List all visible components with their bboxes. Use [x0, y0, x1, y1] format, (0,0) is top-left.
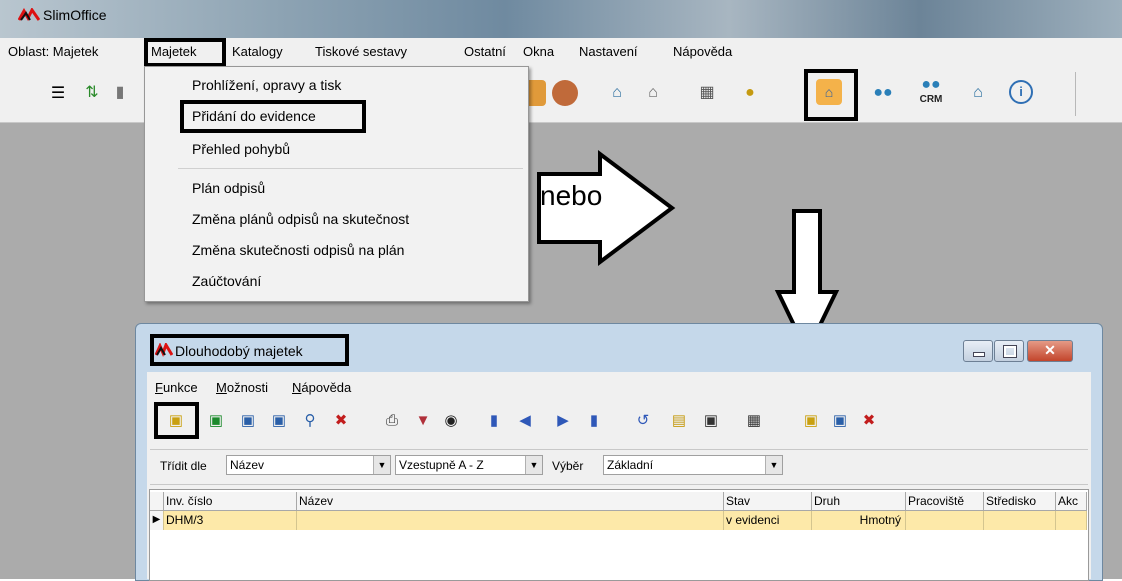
house-money-icon[interactable]: ⌂: [640, 80, 666, 106]
next-icon[interactable]: ▶: [552, 410, 574, 432]
highlight-car-property: [804, 69, 858, 121]
print-icon[interactable]: ⎙: [381, 410, 403, 432]
menu-ostatni[interactable]: Ostatní: [464, 44, 506, 59]
child-menu-moznosti[interactable]: Možnosti: [216, 380, 268, 395]
accel-m: M: [216, 380, 227, 395]
menu-separator: [178, 168, 523, 169]
app-title: SlimOffice: [43, 7, 107, 23]
column-header-akce[interactable]: Akc: [1056, 492, 1087, 511]
column-header-inv-cislo[interactable]: Inv. číslo: [164, 492, 297, 511]
accel-f: F: [155, 380, 163, 395]
close-button[interactable]: ✕: [1027, 340, 1073, 362]
order-select[interactable]: Vzestupně A - Z ▼: [395, 455, 543, 475]
binoculars-icon[interactable]: ◉: [440, 410, 462, 432]
row-indicator-header: [150, 492, 164, 511]
app-logo-icon: [18, 8, 40, 22]
menu-katalogy[interactable]: Katalogy: [232, 44, 283, 59]
filter-icon[interactable]: ☰: [45, 80, 71, 106]
nebo-label: nebo: [540, 180, 603, 211]
row-indicator-icon: ▶: [150, 511, 164, 530]
money-bag-icon[interactable]: ●: [737, 80, 763, 106]
table-icon[interactable]: ▤: [668, 410, 690, 432]
minimize-button[interactable]: [963, 340, 993, 362]
box-icon[interactable]: [552, 80, 578, 106]
maximize-icon: [1003, 345, 1017, 358]
chevron-down-icon: ▼: [373, 456, 390, 474]
house-bank-icon[interactable]: ⌂: [604, 80, 630, 106]
contacts-house-icon[interactable]: ⌂: [965, 80, 991, 106]
refresh-icon[interactable]: ↺: [632, 410, 654, 432]
menu-item-zauctovani[interactable]: Zaúčtování: [192, 273, 261, 289]
edit-icon[interactable]: ▣: [237, 410, 259, 432]
cell-akce[interactable]: [1056, 511, 1087, 530]
select-label: Výběr: [552, 459, 584, 473]
menu-tiskove-sestavy[interactable]: Tiskové sestavy: [315, 44, 407, 59]
child-menu-funkce[interactable]: Funkce: [155, 380, 198, 395]
minimize-icon: [973, 352, 985, 357]
menu-item-plan-odpisu[interactable]: Plán odpisů: [192, 180, 265, 196]
close-icon: ✕: [1044, 342, 1056, 358]
cell-stav[interactable]: v evidenci: [724, 511, 812, 530]
accel-n: N: [292, 380, 302, 395]
title-bar: [0, 0, 1122, 38]
new-green-icon[interactable]: ▣: [205, 410, 227, 432]
menu-napoveda-text: ápověda: [301, 380, 352, 395]
child-menu-napoveda[interactable]: Nápověda: [292, 380, 351, 395]
report-icon[interactable]: ▣: [700, 410, 722, 432]
balance-icon[interactable]: ⇅: [79, 80, 105, 106]
highlight-menu-majetek: [144, 38, 226, 67]
column-header-nazev[interactable]: Název: [297, 492, 724, 511]
new-small-icon[interactable]: ▣: [800, 410, 822, 432]
column-header-stredisko[interactable]: Středisko: [984, 492, 1056, 511]
menu-napoveda[interactable]: Nápověda: [673, 44, 732, 59]
column-header-pracoviste[interactable]: Pracoviště: [906, 492, 984, 511]
info-glyph: i: [1019, 84, 1023, 99]
calculator-icon[interactable]: ▦: [694, 80, 720, 106]
menu-item-prehled[interactable]: Přehled pohybů: [192, 141, 290, 157]
first-icon[interactable]: ▮: [483, 410, 505, 432]
cell-inv-cislo[interactable]: DHM/3: [164, 511, 297, 530]
menu-funkce-text: unkce: [162, 380, 198, 395]
chevron-down-icon: ▼: [525, 456, 542, 474]
order-select-value: Vzestupně A - Z: [399, 458, 484, 472]
crm-label: CRM: [919, 94, 943, 105]
edit-icon[interactable]: ▣: [268, 410, 290, 432]
menu-item-zmena-planu[interactable]: Změna plánů odpisů na skutečnost: [192, 211, 409, 227]
last-icon[interactable]: ▮: [583, 410, 605, 432]
sort-select[interactable]: Název ▼: [226, 455, 391, 475]
sort-label: Třídit dle: [160, 459, 207, 473]
menu-oblast[interactable]: Oblast: Majetek: [8, 44, 98, 59]
highlight-window-title: [150, 334, 349, 366]
people-icon[interactable]: ●●: [870, 80, 896, 106]
crm-icon[interactable]: ●● CRM: [915, 76, 947, 105]
filter-select-value: Základní: [607, 458, 654, 472]
export-icon[interactable]: ▦: [743, 410, 765, 432]
search-icon[interactable]: ⚲: [299, 410, 321, 432]
edit-small-icon[interactable]: ▣: [829, 410, 851, 432]
filter-select[interactable]: Základní ▼: [603, 455, 783, 475]
menu-nastaveni[interactable]: Nastavení: [579, 44, 638, 59]
filter-icon[interactable]: ▼: [412, 410, 434, 432]
books-icon[interactable]: ▮: [115, 80, 125, 106]
sort-select-value: Název: [230, 458, 265, 472]
toolbar-separator: [1075, 72, 1076, 116]
menu-moznosti-text: ožnosti: [226, 380, 269, 395]
cell-nazev[interactable]: [297, 511, 724, 530]
cell-druh[interactable]: Hmotný: [812, 511, 906, 530]
info-icon[interactable]: i: [1009, 80, 1033, 104]
delete-icon[interactable]: ✖: [330, 410, 352, 432]
chevron-down-icon: ▼: [765, 456, 782, 474]
prev-icon[interactable]: ◀: [514, 410, 536, 432]
maximize-button[interactable]: [994, 340, 1024, 362]
highlight-pridani: [180, 100, 366, 133]
delete-small-icon[interactable]: ✖: [858, 410, 880, 432]
highlight-new-record: [154, 402, 199, 439]
cell-stredisko[interactable]: [984, 511, 1056, 530]
menu-item-zmena-skutecnosti[interactable]: Změna skutečnosti odpisů na plán: [192, 242, 404, 258]
column-header-stav[interactable]: Stav: [724, 492, 812, 511]
cell-pracoviste[interactable]: [906, 511, 984, 530]
menu-okna[interactable]: Okna: [523, 44, 554, 59]
menu-item-prohlizeni[interactable]: Prohlížení, opravy a tisk: [192, 77, 341, 93]
column-header-druh[interactable]: Druh: [812, 492, 906, 511]
